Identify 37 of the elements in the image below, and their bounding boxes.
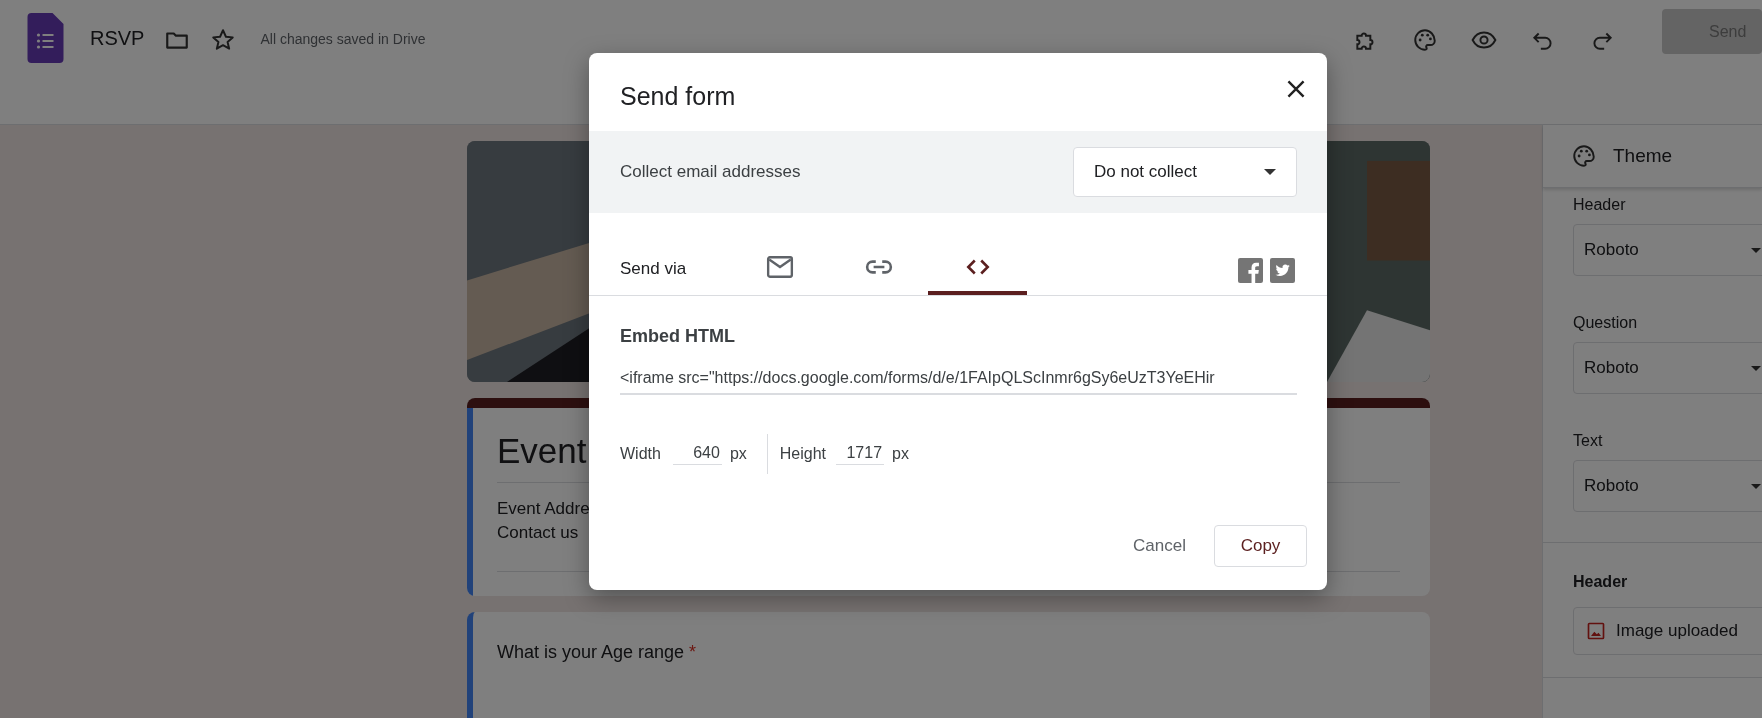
height-label: Height — [779, 445, 827, 463]
palette-icon — [1571, 143, 1597, 169]
send-via-label: Send via — [620, 259, 688, 279]
width-label: Width — [620, 445, 661, 463]
collect-dropdown[interactable]: Do not collect — [1073, 147, 1297, 197]
save-status: All changes saved in Drive — [260, 31, 426, 47]
event-title: Event — [497, 431, 587, 470]
unit-label: px — [892, 445, 909, 463]
image-icon — [1586, 621, 1606, 641]
question-text: What is your Age range * — [497, 642, 697, 662]
font-dropdown[interactable]: Roboto — [1573, 224, 1762, 276]
mail-icon — [765, 255, 794, 279]
embed-code-field[interactable]: <iframe src="https://docs.google.com/forms/d/e/1FAIpQLScInmr6gSy6eUzT3YeEHir — [620, 369, 1297, 395]
star-icon[interactable] — [210, 27, 237, 53]
description-line: Event Addre — [497, 498, 590, 520]
font-dropdown[interactable]: Roboto — [1573, 342, 1762, 394]
field-label: Header — [1573, 196, 1627, 214]
unit-label: px — [729, 445, 747, 463]
question-card[interactable]: What is your Age range * — [467, 612, 1430, 718]
width-field[interactable]: 640 — [672, 443, 722, 465]
copy-button[interactable]: Copy — [1214, 525, 1307, 567]
facebook-icon[interactable] — [1238, 258, 1263, 283]
panel-title: Theme — [1613, 145, 1673, 167]
font-dropdown[interactable]: Roboto — [1573, 460, 1762, 512]
palette-icon[interactable] — [1412, 27, 1438, 53]
forms-logo-icon[interactable] — [27, 13, 64, 63]
description-line: Contact us — [497, 522, 579, 544]
height-field[interactable]: 1717 — [836, 443, 885, 465]
embed-title: Embed HTML — [620, 326, 736, 347]
section-title: Header — [1573, 573, 1629, 591]
form-title[interactable]: RSVP — [90, 27, 145, 50]
field-label: Text — [1573, 432, 1604, 450]
field-label: Question — [1573, 314, 1639, 332]
image-upload-button[interactable]: Image uploaded — [1573, 607, 1762, 655]
twitter-icon[interactable] — [1270, 258, 1295, 283]
dialog-title: Send form — [620, 81, 736, 111]
collect-label: Collect email addresses — [620, 162, 801, 182]
